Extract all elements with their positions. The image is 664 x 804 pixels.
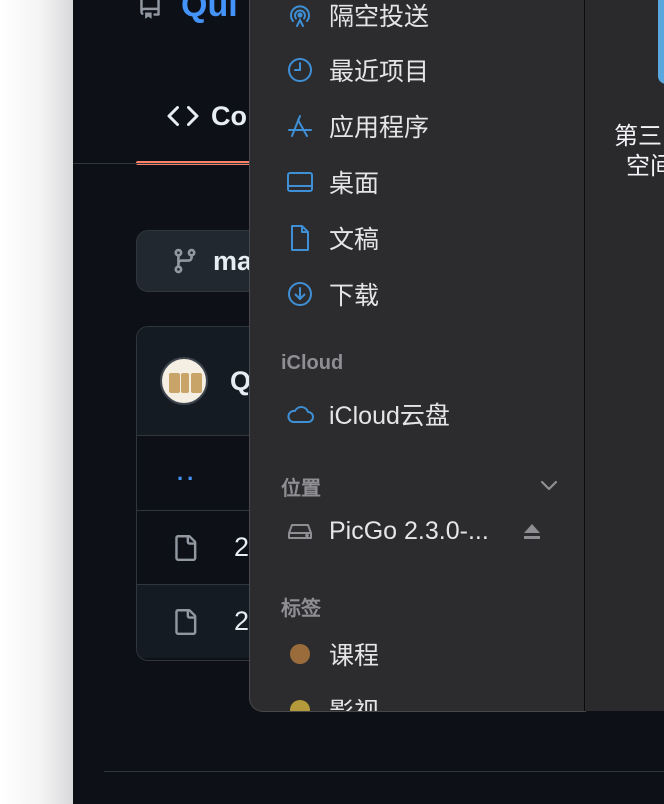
tab-code-label: Co xyxy=(211,100,247,131)
desktop-icon xyxy=(287,172,313,192)
cloud-icon xyxy=(287,406,314,423)
download-icon xyxy=(288,282,312,306)
section-header-icloud[interactable]: iCloud xyxy=(281,352,343,375)
sidebar-item-label: 下载 xyxy=(329,282,380,310)
chevron-down-icon[interactable] xyxy=(538,474,560,496)
repo-header: Qui xyxy=(137,0,238,25)
clock-icon xyxy=(288,58,312,82)
sidebar-item-recents[interactable]: 最近项目 xyxy=(285,52,429,88)
file-name: 2 xyxy=(234,606,250,636)
item-caption[interactable]: 空间 xyxy=(626,146,664,181)
sidebar-item-airdrop[interactable]: 隔空投送 xyxy=(285,0,429,33)
footer-divider xyxy=(104,771,664,772)
sidebar-item-label: 最近项目 xyxy=(329,58,430,86)
applications-icon xyxy=(288,115,312,137)
file-icon xyxy=(175,608,197,635)
sidebar-item-label: 桌面 xyxy=(329,170,380,198)
sidebar-item-desktop[interactable]: 桌面 xyxy=(285,164,379,200)
section-header-locations[interactable]: 位置 xyxy=(281,472,321,501)
section-header-tags[interactable]: 标签 xyxy=(281,592,321,621)
git-branch-icon xyxy=(174,248,196,274)
sidebar-item-applications[interactable]: 应用程序 xyxy=(285,108,429,144)
disk-icon xyxy=(288,524,312,539)
sidebar-item-label: iCloud云盘 xyxy=(329,402,450,430)
eject-icon[interactable] xyxy=(521,521,543,543)
sidebar-divider xyxy=(584,0,585,711)
branch-name: ma xyxy=(213,245,253,276)
document-icon xyxy=(291,225,309,251)
tag-color-dot xyxy=(290,644,310,664)
sidebar-item-documents[interactable]: 文稿 xyxy=(285,220,379,256)
commit-author[interactable]: Q xyxy=(230,366,251,397)
sidebar-item-icloud-drive[interactable]: iCloud云盘 xyxy=(285,396,450,432)
sidebar-item-tag-course[interactable]: 课程 xyxy=(285,636,379,672)
sidebar-item-label: 影视 xyxy=(329,698,380,712)
avatar[interactable] xyxy=(160,357,208,405)
drive-item-thumbnail[interactable] xyxy=(658,0,664,84)
sidebar-item-label: 应用程序 xyxy=(329,114,430,142)
sidebar-item-label: PicGo 2.3.0-... xyxy=(329,516,489,545)
sidebar-item-tag-video[interactable]: 影视 xyxy=(285,692,380,712)
sidebar-item-label: 课程 xyxy=(329,642,380,670)
repo-icon xyxy=(140,0,160,19)
finder-content-pane: 第三 空间 xyxy=(586,0,664,711)
airdrop-icon xyxy=(290,5,310,27)
code-icon xyxy=(167,105,199,127)
sidebar-item-label: 文稿 xyxy=(329,226,380,254)
sidebar-item-picgo-volume[interactable]: PicGo 2.3.0-... xyxy=(285,516,489,546)
window-shadow xyxy=(0,0,74,804)
tag-color-dot xyxy=(290,700,310,711)
sidebar-item-label: 隔空投送 xyxy=(329,3,430,31)
tab-code[interactable]: Co xyxy=(167,100,247,132)
repo-name-link[interactable]: Qui xyxy=(181,0,238,25)
sidebar-item-downloads[interactable]: 下载 xyxy=(285,276,379,312)
finder-sidebar: 隔空投送 最近项目 应用程序 桌面 文稿 下载 iCloud iCloud云盘 … xyxy=(249,0,586,712)
file-icon xyxy=(175,534,197,561)
file-name: 2 xyxy=(234,532,250,562)
